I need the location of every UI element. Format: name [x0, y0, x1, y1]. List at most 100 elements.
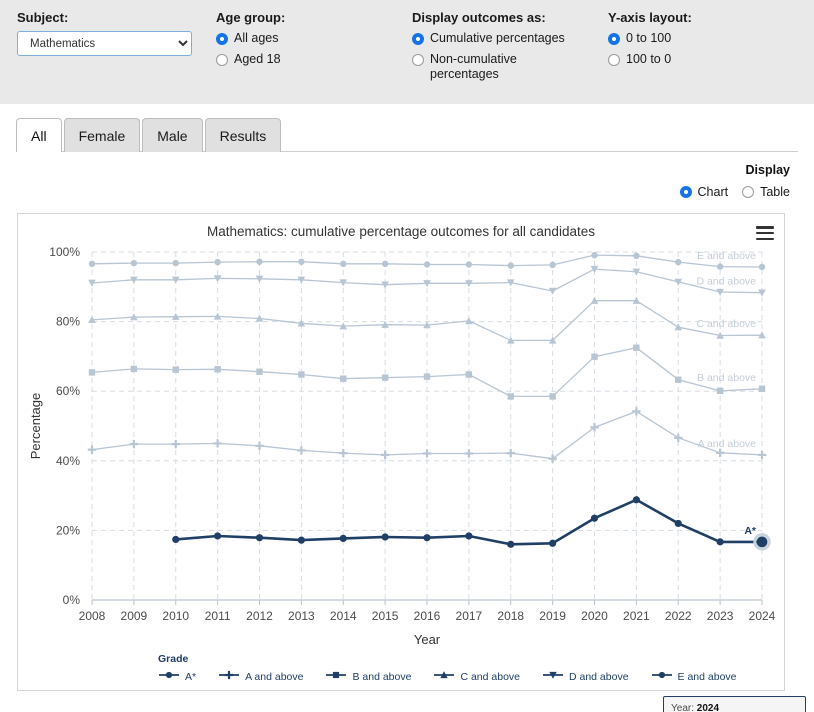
radio-100-to-0-indicator[interactable] [608, 54, 620, 66]
tabstrip: All Female Male Results [16, 118, 283, 152]
option-group-display-outcomes: Display outcomes as: Cumulative percenta… [412, 10, 597, 88]
legend-symbol-icon [433, 669, 455, 684]
x-axis-tick-label: 2010 [162, 609, 189, 623]
legend-item-label: A* [185, 670, 197, 683]
x-axis-tick-label: 2021 [623, 609, 650, 623]
option-group-yaxis: Y-axis layout: 0 to 100 100 to 0 [608, 10, 788, 73]
age-group-label: Age group: [216, 10, 286, 25]
radio-aged-18-indicator[interactable] [216, 54, 228, 66]
radio-100-to-0-label: 100 to 0 [626, 52, 672, 66]
display-title: Display [745, 163, 790, 177]
tab-bar: All Female Male Results [0, 118, 814, 162]
legend-items: A* A and above B and above C and above D and… [158, 669, 778, 684]
x-axis-tick-label: 2020 [581, 609, 608, 623]
options-bar: Subject: Mathematics Age group: All ages… [0, 0, 814, 104]
legend-item[interactable]: D and above [542, 669, 629, 684]
radio-0-to-100[interactable]: 0 to 100 [608, 31, 788, 46]
legend-item-label: D and above [569, 670, 629, 683]
legend-title: Grade [158, 653, 189, 665]
legend-item-label: E and above [677, 670, 737, 683]
tab-results[interactable]: Results [204, 118, 282, 152]
chart-series-a[interactable]: A* [172, 496, 771, 551]
tab-female[interactable]: Female [63, 118, 141, 152]
radio-display-chart-indicator[interactable] [679, 186, 692, 198]
legend-item-label: C and above [460, 670, 520, 683]
x-axis-tick-label: 2013 [288, 609, 315, 623]
yaxis-layout-label: Y-axis layout: [608, 10, 692, 25]
legend-item-label: A and above [245, 670, 304, 683]
radio-cumulative-indicator[interactable] [412, 33, 424, 45]
tooltip-year-value: 2024 [696, 703, 720, 712]
chart-tooltip: Year: 2024 Grade: A* Percentage of resul… [663, 696, 806, 712]
legend-symbol-icon [542, 669, 564, 684]
legend-symbol-icon [218, 669, 240, 684]
radio-display-table-label: Table [760, 185, 790, 199]
option-group-subject: Subject: Mathematics [17, 10, 207, 56]
legend-item[interactable]: E and above [651, 669, 737, 684]
display-outcomes-label: Display outcomes as: [412, 10, 546, 25]
legend-symbol-icon [158, 669, 180, 684]
x-axis-tick-label: 2024 [749, 609, 776, 623]
series-inline-label: D and above [696, 276, 756, 288]
tooltip-year-row: Year: 2024 [671, 702, 798, 712]
y-axis-tick-label: 20% [56, 523, 80, 537]
series-inline-label: A and above [698, 438, 757, 450]
radio-all-ages-label: All ages [234, 31, 279, 45]
legend-item[interactable]: A* [158, 669, 196, 684]
legend-item[interactable]: B and above [325, 669, 411, 684]
chart-legend: Grade A* A and above B and above C and abov… [158, 653, 778, 684]
y-axis-tick-label: 60% [56, 384, 80, 398]
x-axis-tick-label: 2016 [414, 609, 441, 623]
radio-cumulative-label: Cumulative percentages [430, 31, 565, 45]
y-axis-title: Percentage [28, 393, 43, 460]
x-axis-tick-label: 2008 [79, 609, 106, 623]
radio-all-ages-indicator[interactable] [216, 33, 228, 45]
legend-symbol-icon [651, 669, 673, 684]
radio-0-to-100-label: 0 to 100 [626, 31, 672, 45]
legend-symbol-icon [325, 669, 347, 684]
y-axis-tick-label: 100% [49, 245, 80, 259]
display-choices: Chart Table [666, 185, 790, 199]
radio-display-table[interactable]: Table [742, 185, 790, 199]
series-inline-label: A* [744, 525, 757, 537]
x-axis-tick-label: 2018 [497, 609, 524, 623]
chart-canvas: 0% 20% 40% 60% 80% 100% 2008 2009 2010 2011 2012 20… [28, 245, 776, 647]
tab-male[interactable]: Male [142, 118, 203, 152]
radio-100-to-0[interactable]: 100 to 0 [608, 52, 788, 67]
x-axis-tick-label: 2022 [665, 609, 692, 623]
radio-display-chart-label: Chart [697, 185, 729, 199]
x-axis-tick-label: 2019 [539, 609, 566, 623]
subject-label: Subject: [17, 10, 69, 25]
x-axis-tick-label: 2014 [330, 609, 357, 623]
legend-item[interactable]: A and above [218, 669, 303, 684]
radio-cumulative[interactable]: Cumulative percentages [412, 31, 597, 46]
x-axis-tick-label: 2012 [246, 609, 273, 623]
radio-all-ages[interactable]: All ages [216, 31, 396, 46]
radio-aged-18[interactable]: Aged 18 [216, 52, 396, 67]
x-axis-tick-label: 2023 [707, 609, 734, 623]
radio-aged-18-label: Aged 18 [234, 52, 281, 66]
radio-0-to-100-indicator[interactable] [608, 33, 620, 45]
y-axis-tick-label: 80% [56, 315, 80, 329]
series-inline-label: C and above [696, 318, 756, 330]
x-axis-tick-label: 2015 [372, 609, 399, 623]
radio-non-cumulative-indicator[interactable] [412, 54, 424, 66]
radio-display-chart[interactable]: Chart [679, 185, 729, 199]
y-axis-tick-label: 40% [56, 454, 80, 468]
tab-all[interactable]: All [16, 118, 62, 152]
radio-non-cumulative-label: Non-cumulative percentages [430, 52, 517, 81]
legend-item[interactable]: C and above [433, 669, 520, 684]
legend-item-label: B and above [352, 670, 412, 683]
y-axis-tick-label: 0% [63, 593, 81, 607]
x-axis-tick-label: 2017 [456, 609, 483, 623]
page-root: Subject: Mathematics Age group: All ages… [0, 0, 814, 712]
series-inline-label: E and above [697, 250, 756, 262]
radio-display-table-indicator[interactable] [742, 186, 755, 198]
x-axis-tick-label: 2009 [121, 609, 148, 623]
tooltip-year-label: Year: [671, 703, 694, 712]
subject-select[interactable]: Mathematics [17, 31, 192, 56]
x-axis-tick-label: 2011 [205, 609, 231, 623]
display-toggle-group: Display Chart Table [666, 163, 790, 199]
radio-non-cumulative[interactable]: Non-cumulative percentages [412, 52, 597, 82]
series-inline-label: B and above [697, 372, 756, 384]
